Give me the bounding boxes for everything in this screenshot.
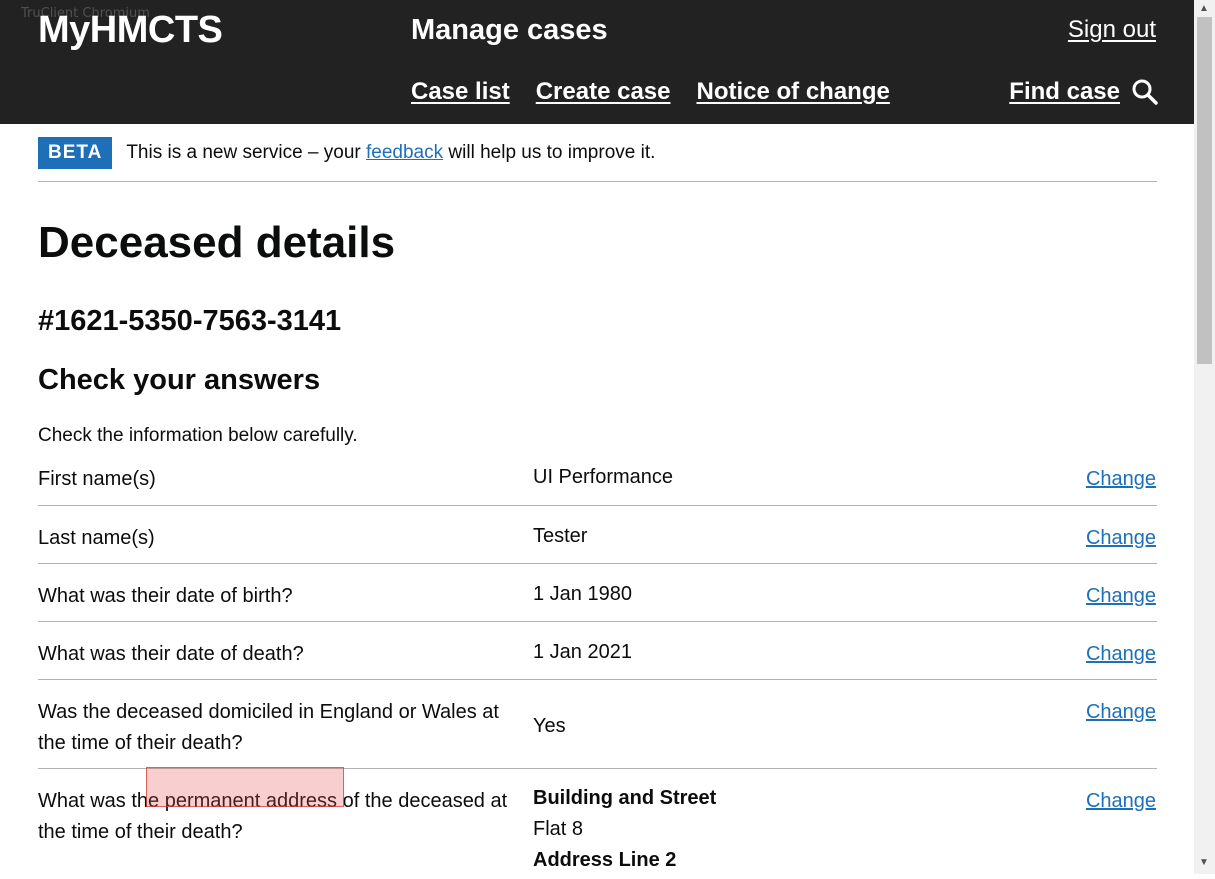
feedback-link[interactable]: feedback (366, 142, 443, 163)
address-label: Address Line 2 (533, 849, 677, 871)
answer-row: Was the deceased domiciled in England or… (38, 680, 1157, 769)
page-title: Deceased details (38, 218, 396, 267)
change-link[interactable]: Change (1086, 697, 1156, 728)
answer: UI Performance (533, 466, 674, 488)
find-case[interactable]: Find case (1009, 78, 1158, 106)
nav-create-case[interactable]: Create case (536, 78, 671, 106)
question: What was their date of birth? (38, 585, 293, 607)
site-header: TruClient Chromium MyHMCTS Manage cases … (0, 0, 1194, 124)
find-case-link[interactable]: Find case (1009, 78, 1120, 106)
address-answer: Building and Street Flat 8 Address Line … (533, 783, 1013, 876)
address-label: Building and Street (533, 787, 717, 809)
text-selection-highlight (146, 767, 344, 807)
section-heading: Check your answers (38, 364, 321, 396)
answer: Yes (533, 715, 566, 737)
nav-notice-of-change[interactable]: Notice of change (696, 78, 889, 106)
answer: 1 Jan 2021 (533, 641, 632, 663)
question: First name(s) (38, 468, 156, 490)
question: Last name(s) (38, 527, 155, 549)
beta-message: This is a new service – your feedback wi… (126, 137, 655, 169)
beta-tag: BETA (38, 137, 113, 169)
beta-text-before: This is a new service – your (126, 142, 367, 163)
change-link[interactable]: Change (1086, 464, 1156, 495)
change-link[interactable]: Change (1086, 523, 1156, 554)
scroll-down-icon[interactable]: ▼ (1199, 858, 1209, 868)
service-name[interactable]: Manage cases (411, 14, 608, 47)
case-reference: #1621-5350-7563-3141 (38, 305, 342, 337)
change-link[interactable]: Change (1086, 639, 1156, 670)
answer-row: Last name(s) Tester Change (38, 506, 1157, 564)
beta-text-after: will help us to improve it. (443, 142, 656, 163)
sign-out-link[interactable]: Sign out (1068, 16, 1156, 44)
nav-case-list[interactable]: Case list (411, 78, 510, 106)
phase-banner: BETA This is a new service – your feedba… (38, 137, 1157, 182)
question: Was the deceased domiciled in England or… (38, 701, 499, 754)
answer: Tester (533, 525, 588, 547)
change-link[interactable]: Change (1086, 581, 1156, 612)
intro-text: Check the information below carefully. (38, 425, 358, 446)
vertical-scrollbar[interactable]: ▲ ▼ (1194, 0, 1215, 874)
scroll-up-icon[interactable]: ▲ (1199, 4, 1209, 14)
search-icon[interactable] (1132, 79, 1158, 105)
answer: 1 Jan 1980 (533, 583, 632, 605)
logo[interactable]: MyHMCTS (38, 9, 223, 52)
answer-row: First name(s) UI Performance Change (38, 455, 1157, 506)
address-value: Flat 8 (533, 818, 584, 840)
answer-row: What was their date of death? 1 Jan 2021… (38, 622, 1157, 680)
change-link[interactable]: Change (1086, 786, 1156, 817)
primary-nav: Case list Create case Notice of change (411, 78, 890, 106)
answers-list: First name(s) UI Performance Change Last… (38, 455, 1157, 879)
question: What was their date of death? (38, 643, 304, 665)
answer-row: What was their date of birth? 1 Jan 1980… (38, 564, 1157, 622)
scrollbar-thumb[interactable] (1197, 17, 1212, 364)
